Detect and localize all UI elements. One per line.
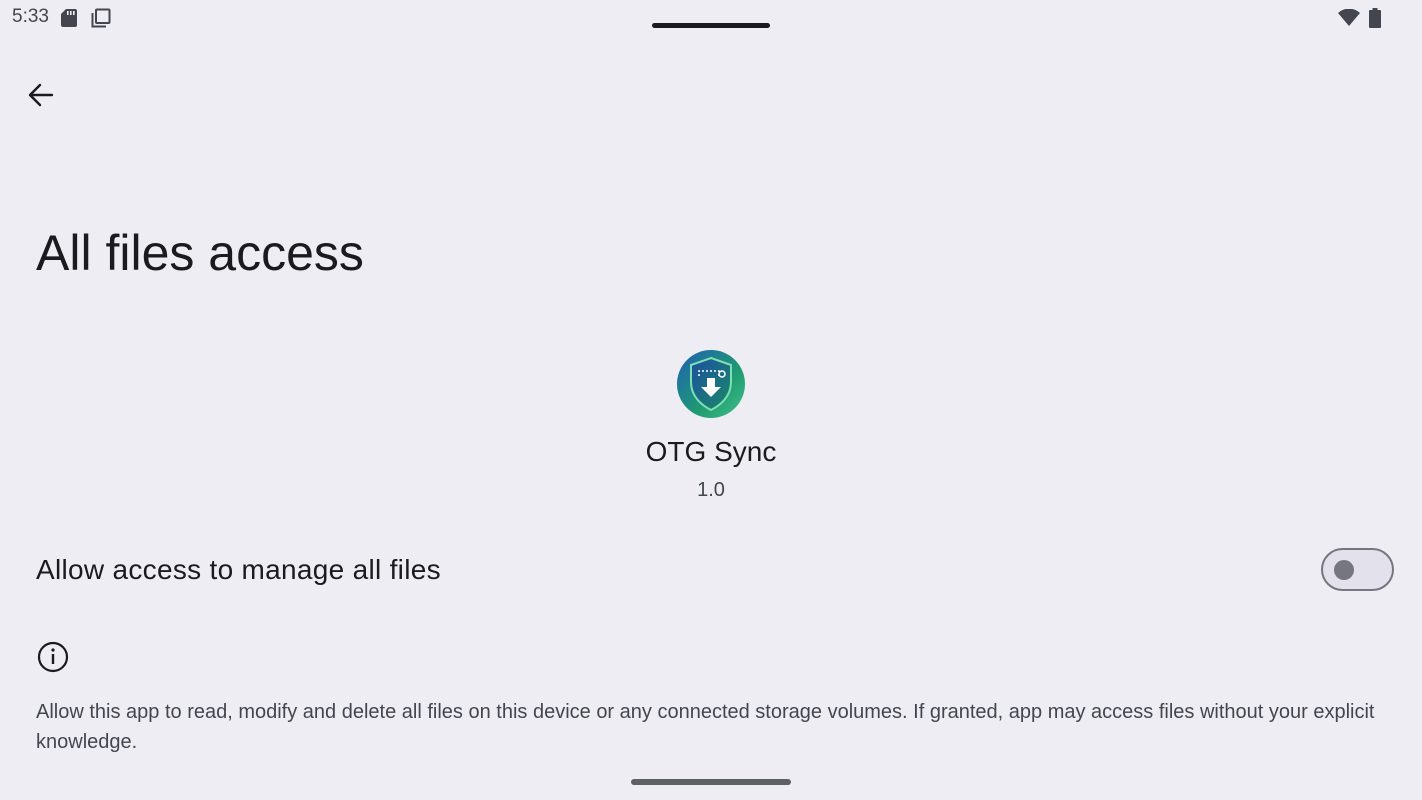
screen: 5:33 All files access OTG Sync 1.0 Allow…	[0, 0, 1422, 800]
otg-sync-app-icon	[677, 350, 745, 418]
manage-files-switch-row[interactable]: Allow access to manage all files	[0, 532, 1422, 612]
status-bar: 5:33	[0, 0, 1422, 36]
arrow-back-icon	[28, 83, 54, 107]
info-icon	[36, 640, 70, 679]
navigation-handle[interactable]	[631, 779, 791, 785]
app-name: OTG Sync	[645, 436, 777, 467]
page-title: All files access	[36, 225, 364, 281]
toggle-thumb	[1334, 560, 1354, 580]
back-button[interactable]	[18, 72, 64, 118]
switch-label: Allow access to manage all files	[36, 554, 441, 585]
window-handle[interactable]	[652, 23, 770, 28]
status-time: 5:33	[12, 6, 49, 27]
manage-files-toggle[interactable]	[1321, 548, 1394, 591]
copy-icon	[91, 8, 111, 33]
app-version: 1.0	[697, 479, 725, 501]
battery-icon	[1369, 8, 1381, 33]
sd-card-icon	[61, 9, 77, 32]
wifi-icon	[1338, 8, 1360, 31]
footer-description: Allow this app to read, modify and delet…	[36, 701, 1375, 753]
